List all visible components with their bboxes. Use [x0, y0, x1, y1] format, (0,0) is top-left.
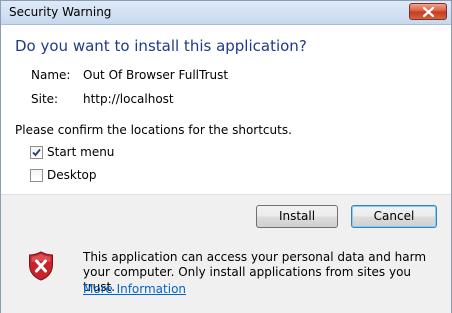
security-warning-dialog: Security Warning Do you want to install …	[0, 0, 452, 313]
site-label: Site:	[31, 92, 59, 106]
title-bar: Security Warning	[1, 1, 451, 25]
security-shield-icon	[29, 251, 53, 281]
window-title: Security Warning	[9, 5, 112, 19]
install-button[interactable]: Install	[256, 205, 338, 228]
cancel-button[interactable]: Cancel	[351, 205, 437, 228]
close-icon	[423, 7, 434, 17]
start-menu-label: Start menu	[47, 145, 115, 159]
shortcut-confirm-text: Please confirm the locations for the sho…	[15, 123, 292, 137]
name-value: Out Of Browser FullTrust	[83, 68, 229, 82]
name-label: Name:	[31, 68, 71, 82]
start-menu-checkbox[interactable]	[30, 146, 43, 159]
close-button[interactable]	[409, 3, 447, 20]
dialog-heading: Do you want to install this application?	[15, 37, 307, 55]
more-information-link[interactable]: More Information	[83, 282, 186, 296]
site-value: http://localhost	[83, 92, 174, 106]
checkmark-icon	[32, 148, 41, 157]
desktop-checkbox[interactable]	[30, 169, 43, 182]
desktop-label: Desktop	[47, 168, 97, 182]
